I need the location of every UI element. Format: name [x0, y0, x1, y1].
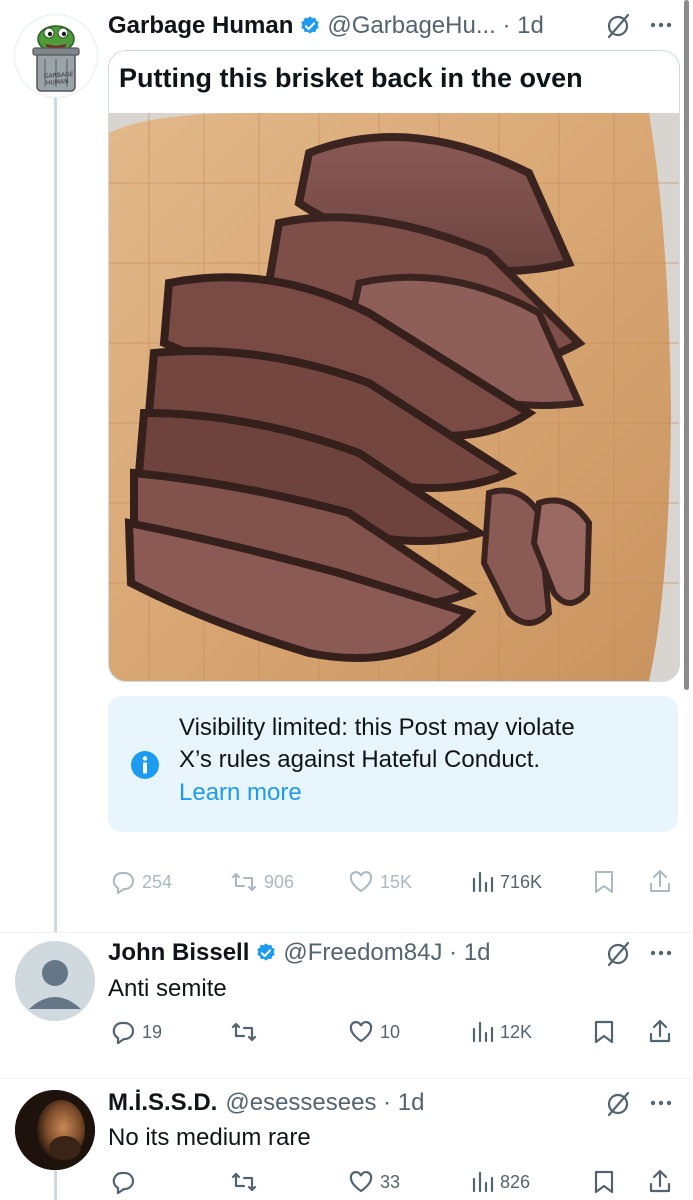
- thread-line: [54, 1170, 57, 1200]
- like-count: 33: [380, 1171, 401, 1192]
- more-options-icon[interactable]: [650, 22, 672, 28]
- heart-icon: [349, 1021, 373, 1043]
- divider: [0, 932, 693, 933]
- view-count: 12K: [500, 1021, 533, 1042]
- share-icon: [649, 1169, 671, 1193]
- notice-text-line2: X’s rules against Hateful Conduct.: [179, 746, 541, 773]
- author-name[interactable]: John Bissell: [108, 939, 249, 967]
- share-button[interactable]: [648, 868, 672, 894]
- reply-count: 254: [142, 871, 173, 892]
- reply-button[interactable]: 254: [110, 870, 172, 894]
- view-count: 826: [500, 1171, 531, 1192]
- verified-badge-icon: [301, 16, 320, 34]
- bookmark-button[interactable]: [593, 1170, 615, 1194]
- visibility-notice: Visibility limited: this Post may violat…: [108, 696, 678, 832]
- repost-button[interactable]: [230, 1020, 264, 1044]
- views-button[interactable]: 826: [470, 1170, 530, 1194]
- author-handle-time[interactable]: @Freedom84J · 1d: [283, 939, 490, 967]
- reply-count: 19: [142, 1021, 163, 1042]
- analytics-icon: [472, 871, 494, 893]
- reply-icon: [112, 1021, 135, 1044]
- bookmark-button[interactable]: [593, 870, 615, 894]
- post-text: Anti semite: [108, 975, 227, 1002]
- avatar[interactable]: GARBAGE HUMAN: [14, 14, 98, 98]
- reply-button[interactable]: [110, 1170, 142, 1194]
- heart-icon: [349, 871, 373, 893]
- views-button[interactable]: 716K: [470, 870, 542, 894]
- author-handle-time[interactable]: @GarbageHu... · 1d: [327, 12, 543, 40]
- like-button[interactable]: 33: [348, 1170, 400, 1194]
- analytics-icon: [472, 1021, 494, 1043]
- verified-badge-icon: [257, 943, 276, 961]
- avatar[interactable]: [15, 941, 95, 1021]
- notice-text-line1: Visibility limited: this Post may violat…: [179, 714, 575, 741]
- post-header: John Bissell @Freedom84J · 1d: [108, 937, 491, 969]
- reply-icon: [112, 1171, 135, 1194]
- like-button[interactable]: 10: [348, 1020, 400, 1044]
- like-count: 10: [380, 1021, 401, 1042]
- repost-icon: [232, 873, 256, 891]
- brisket-image: [109, 113, 679, 681]
- post-header: M.İ.S.S.D. @esessesees · 1d: [108, 1087, 424, 1119]
- post-text: No its medium rare: [108, 1124, 311, 1151]
- thread-line: [54, 98, 57, 932]
- bookmark-button[interactable]: [593, 1020, 615, 1044]
- reply-button[interactable]: 19: [110, 1020, 162, 1044]
- analytics-icon: [472, 1171, 494, 1193]
- post-header: Garbage Human @GarbageHu... · 1d: [108, 10, 544, 42]
- share-button[interactable]: [648, 1168, 672, 1194]
- post-media[interactable]: Putting this brisket back in the oven: [108, 50, 680, 682]
- profile-photo-icon: [15, 1090, 95, 1170]
- repost-count: 906: [264, 871, 295, 892]
- reply-icon: [112, 872, 134, 894]
- grok-icon[interactable]: [604, 12, 632, 40]
- author-name[interactable]: M.İ.S.S.D.: [108, 1089, 217, 1117]
- default-avatar-icon: [29, 960, 81, 1009]
- more-options-icon[interactable]: [650, 950, 672, 956]
- share-icon: [650, 870, 670, 892]
- more-options-icon[interactable]: [650, 1100, 672, 1106]
- share-icon: [649, 1019, 671, 1043]
- author-name[interactable]: Garbage Human: [108, 12, 293, 40]
- repost-button[interactable]: [230, 1170, 264, 1194]
- author-handle-time[interactable]: @esessesees · 1d: [225, 1089, 424, 1117]
- bookmark-icon: [594, 1170, 614, 1194]
- like-count: 15K: [380, 871, 413, 892]
- learn-more-link[interactable]: Learn more: [179, 779, 302, 807]
- bookmark-icon: [594, 1020, 614, 1044]
- repost-button[interactable]: 906: [230, 870, 294, 894]
- avatar[interactable]: [15, 1090, 95, 1170]
- media-caption: Putting this brisket back in the oven: [119, 63, 583, 93]
- divider: [0, 1078, 693, 1079]
- views-button[interactable]: 12K: [470, 1020, 532, 1044]
- bookmark-icon: [595, 871, 613, 893]
- repost-icon: [231, 1022, 257, 1042]
- grok-icon[interactable]: [604, 940, 632, 968]
- view-count: 716K: [500, 871, 543, 892]
- share-button[interactable]: [648, 1018, 672, 1044]
- grok-icon[interactable]: [604, 1090, 632, 1118]
- repost-icon: [231, 1172, 257, 1192]
- heart-icon: [349, 1171, 373, 1193]
- info-icon: [131, 751, 159, 779]
- like-button[interactable]: 15K: [348, 870, 412, 894]
- scrollbar[interactable]: [684, 0, 689, 690]
